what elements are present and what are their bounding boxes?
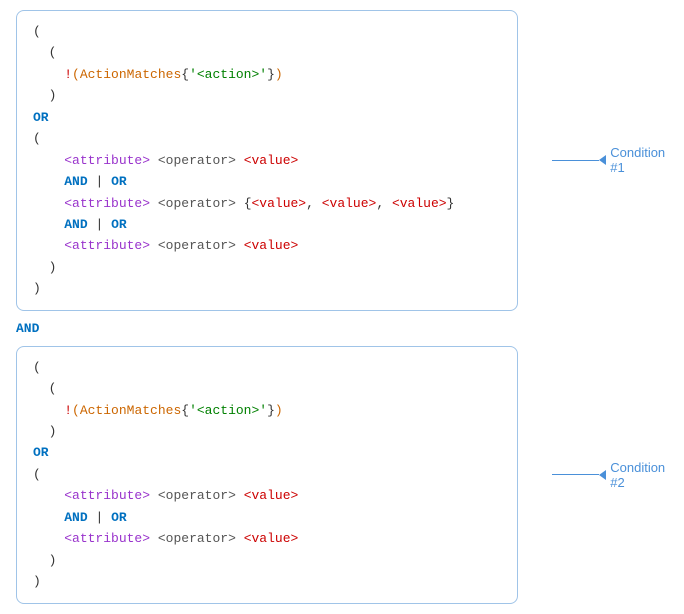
code-line: ) bbox=[33, 421, 501, 442]
condition-2-text: Condition #2 bbox=[610, 460, 673, 490]
code-line: ) bbox=[33, 85, 501, 106]
code-line: OR bbox=[33, 442, 501, 463]
code-line: ( bbox=[33, 21, 501, 42]
code-line: ) bbox=[33, 278, 501, 299]
code-line: <attribute> <operator> <value> bbox=[33, 528, 501, 549]
code-line: !(ActionMatches{'<action>'}) bbox=[33, 64, 501, 85]
code-line: <attribute> <operator> <value> bbox=[33, 235, 501, 256]
condition-block-2: ( ( !(ActionMatches{'<action>'}) ) OR ( … bbox=[16, 346, 518, 604]
arrow-line-2 bbox=[552, 474, 599, 476]
code-line: ) bbox=[33, 571, 501, 592]
code-line: ( bbox=[33, 464, 501, 485]
condition-2-label: Condition #2 bbox=[552, 460, 673, 490]
arrow-line-1 bbox=[552, 160, 599, 162]
code-line: ( bbox=[33, 378, 501, 399]
code-line: AND | OR bbox=[33, 214, 501, 235]
code-line: ) bbox=[33, 257, 501, 278]
and-separator: AND bbox=[16, 321, 518, 336]
code-line: ( bbox=[33, 42, 501, 63]
code-line: AND | OR bbox=[33, 171, 501, 192]
code-line: OR bbox=[33, 107, 501, 128]
code-line: <attribute> <operator> <value> bbox=[33, 150, 501, 171]
code-line: <attribute> <operator> {<value>, <value>… bbox=[33, 193, 501, 214]
code-line: !(ActionMatches{'<action>'}) bbox=[33, 400, 501, 421]
condition-1-label: Condition #1 bbox=[552, 145, 673, 175]
condition-block-1: ( ( !(ActionMatches{'<action>'}) ) OR ( … bbox=[16, 10, 518, 311]
condition-1-text: Condition #1 bbox=[610, 145, 673, 175]
code-line: <attribute> <operator> <value> bbox=[33, 485, 501, 506]
code-line: ( bbox=[33, 128, 501, 149]
code-line: AND | OR bbox=[33, 507, 501, 528]
arrow-head-2 bbox=[599, 470, 606, 480]
arrow-head-1 bbox=[599, 155, 606, 165]
code-line: ) bbox=[33, 550, 501, 571]
code-line: ( bbox=[33, 357, 501, 378]
